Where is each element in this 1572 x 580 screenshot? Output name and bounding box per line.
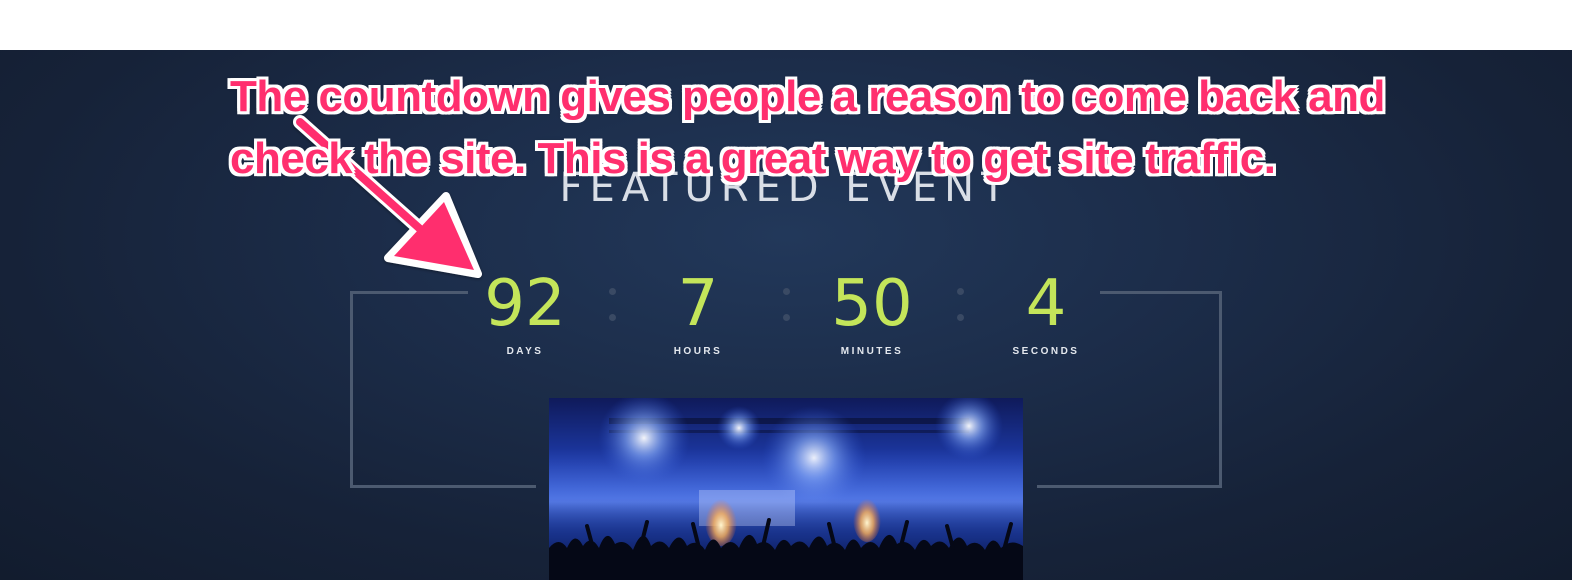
countdown-seconds-label: SECONDS <box>1012 346 1080 357</box>
frame-right-vertical <box>1219 291 1222 488</box>
countdown-hours: 7 HOURS <box>613 272 783 357</box>
countdown-minutes-value: 50 <box>831 267 913 341</box>
frame-left-vertical <box>350 291 353 488</box>
countdown-days-value: 92 <box>484 267 566 341</box>
concert-illustration <box>549 398 1023 580</box>
countdown-hours-label: HOURS <box>673 346 723 357</box>
frame-bottom-left <box>350 485 536 488</box>
countdown-minutes: 50 MINUTES <box>787 272 957 357</box>
frame-bottom-right <box>1037 485 1222 488</box>
top-white-bar <box>0 0 1572 50</box>
countdown-seconds-value: 4 <box>1025 267 1067 341</box>
countdown-seconds: 4 SECONDS <box>961 272 1131 357</box>
annotation-callout: The countdown gives people a reason to c… <box>230 66 1540 190</box>
countdown-days: 92 DAYS <box>440 272 610 357</box>
countdown-hours-value: 7 <box>677 267 719 341</box>
annotation-line-1: The countdown gives people a reason to c… <box>230 72 1385 121</box>
concert-crowd-image[interactable] <box>549 398 1023 580</box>
countdown-days-label: DAYS <box>506 346 544 357</box>
countdown-minutes-label: MINUTES <box>840 346 904 357</box>
annotation-line-2: check the site. This is a great way to g… <box>230 134 1276 183</box>
